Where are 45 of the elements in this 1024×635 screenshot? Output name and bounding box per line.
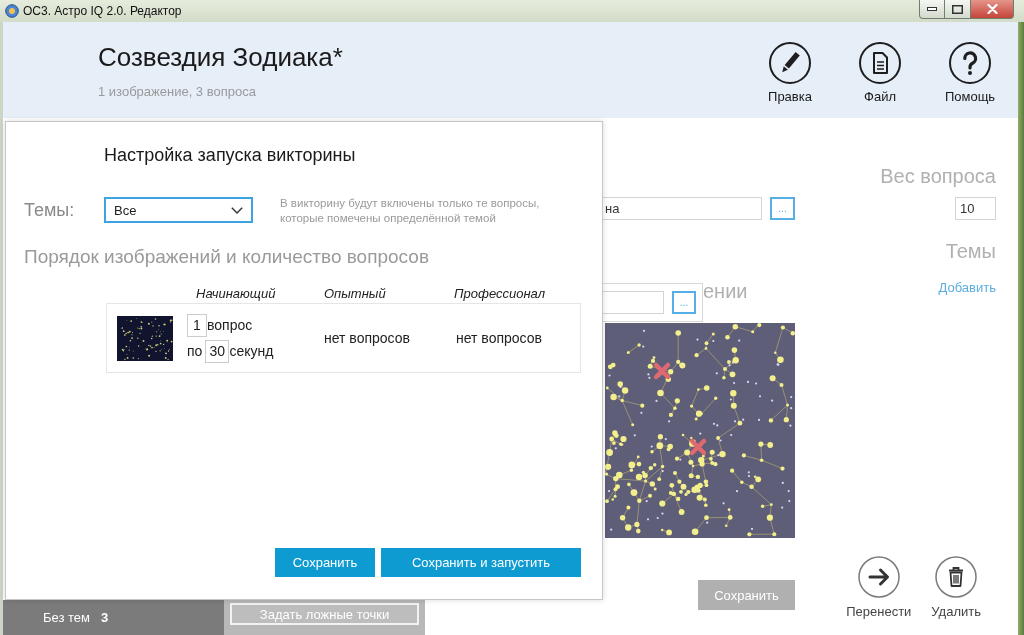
minimize-icon bbox=[927, 7, 937, 11]
move-button[interactable]: Перенести bbox=[846, 556, 912, 619]
minimize-button[interactable] bbox=[919, 0, 945, 19]
help-button[interactable]: Помощь bbox=[935, 42, 1005, 104]
window-title: ОС3. Астро IQ 2.0. Редактор bbox=[23, 4, 182, 18]
table-cell: нет вопросов bbox=[324, 330, 410, 346]
seconds-unit-label: секунд bbox=[229, 343, 274, 359]
chevron-down-icon bbox=[231, 206, 243, 214]
column-header: Профессионал bbox=[454, 286, 545, 302]
topics-label: Темы: bbox=[24, 200, 75, 220]
column-header: Начинающий bbox=[196, 286, 276, 302]
hint-text: В викторину будут включены только те вопросы, которые помечены определённой темой bbox=[280, 196, 541, 226]
document-title: Созвездия Зодиака* bbox=[98, 42, 343, 72]
picker-field[interactable] bbox=[601, 291, 664, 314]
topics-label: Темы bbox=[945, 240, 996, 262]
star-field-thumbnail bbox=[117, 315, 173, 361]
column-header: Опытный bbox=[324, 286, 386, 302]
question-count-field[interactable]: 1 bbox=[187, 313, 207, 337]
document-icon bbox=[859, 42, 901, 84]
pencil-icon bbox=[769, 42, 811, 84]
maximize-icon bbox=[952, 4, 963, 14]
weight-label: Вес вопроса bbox=[880, 165, 996, 187]
edit-button[interactable]: Правка bbox=[755, 42, 825, 104]
help-icon bbox=[949, 42, 991, 84]
maximize-button[interactable] bbox=[945, 0, 971, 19]
cross-marker-icon bbox=[653, 362, 671, 380]
dialog-title: Настройка запуска викторины bbox=[104, 144, 356, 167]
table-cell: нет вопросов bbox=[456, 330, 542, 346]
section-heading: Порядок изображений и количество вопросов bbox=[24, 246, 429, 268]
arrow-right-icon bbox=[857, 556, 900, 598]
cross-marker-icon bbox=[689, 438, 707, 456]
question-unit-label: вопрос bbox=[207, 317, 253, 333]
document-summary: 1 изображение, 3 вопроса bbox=[98, 84, 256, 100]
trash-icon bbox=[935, 556, 978, 598]
topic-filter-tab[interactable]: Без тем 3 bbox=[3, 600, 224, 635]
close-icon bbox=[986, 4, 998, 14]
close-button[interactable] bbox=[971, 0, 1014, 19]
file-button[interactable]: Файл bbox=[845, 42, 915, 104]
delete-button[interactable]: Удалить bbox=[931, 556, 981, 619]
seconds-field[interactable]: 30 bbox=[205, 339, 230, 363]
weight-field[interactable]: 10 bbox=[955, 197, 996, 220]
section-heading: ении bbox=[703, 280, 748, 302]
topics-dropdown[interactable]: Все bbox=[104, 197, 253, 223]
per-label: по bbox=[187, 343, 203, 359]
app-icon bbox=[5, 4, 19, 18]
